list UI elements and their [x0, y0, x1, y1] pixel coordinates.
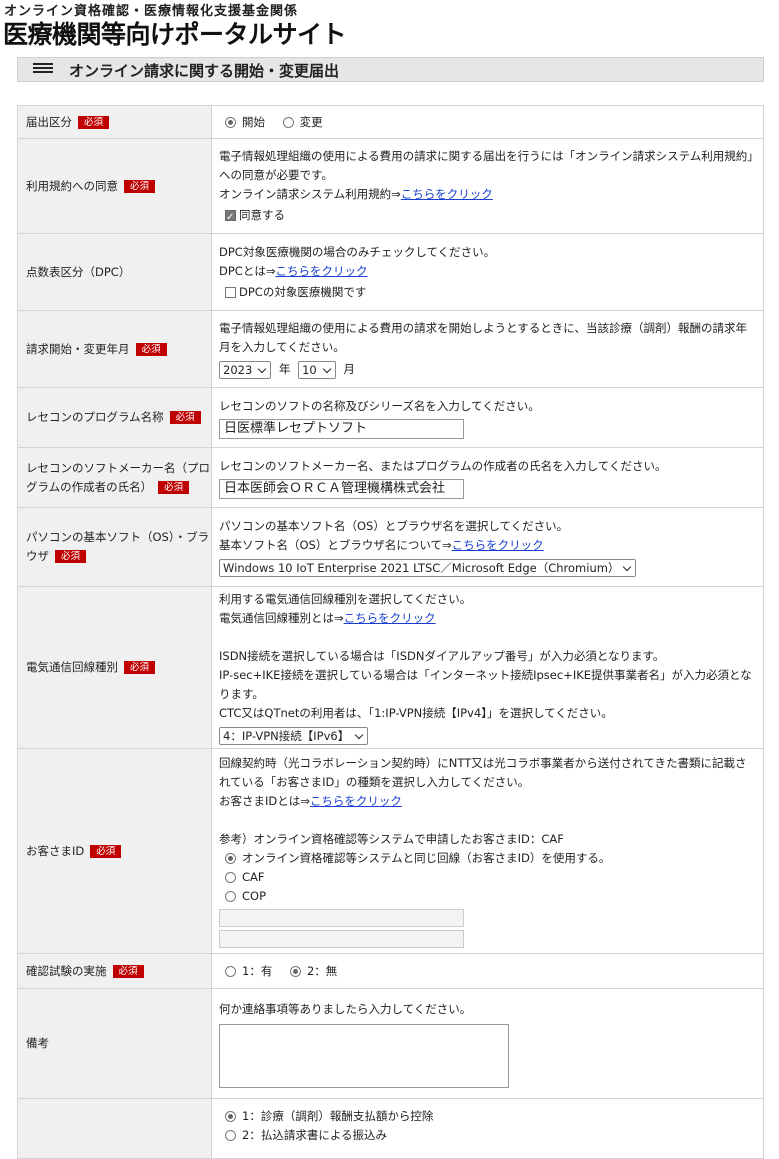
dpc-description: DPC対象医療機関の場合のみチェックしてください。	[219, 244, 496, 259]
remarks-label: 備考	[26, 1036, 49, 1050]
row-payment: 1：診療（調剤）報酬支払額から控除 2：払込請求書による振込み	[17, 1098, 764, 1159]
radio-button[interactable]	[289, 965, 301, 977]
program-description: レセコンのソフトの名称及びシリーズ名を入力してください。	[219, 398, 540, 413]
remarks-textarea[interactable]	[219, 1023, 509, 1088]
terms-link[interactable]: こちらをクリック	[401, 187, 493, 201]
customer-id-input-disabled	[219, 909, 464, 927]
radio-test-no[interactable]: 2：無	[289, 964, 337, 978]
menu-list-icon	[33, 63, 53, 76]
radio-button[interactable]	[225, 1130, 236, 1141]
section-title: オンライン請求に関する開始・変更届出	[69, 62, 340, 80]
section-heading: オンライン請求に関する開始・変更届出	[17, 57, 764, 82]
os-label: パソコンの基本ソフト（OS）・ブラウザ	[26, 530, 210, 563]
row-line: 電気通信回線種別 必須 利用する電気通信回線種別を選択してください。 電気通信回線…	[17, 586, 764, 749]
radio-button[interactable]	[225, 965, 236, 977]
row-remarks: 備考 何か連絡事項等ありましたら入力してください。	[17, 988, 764, 1099]
radio-notify-change[interactable]: 変更	[282, 115, 323, 129]
site-header: オンライン資格確認・医療情報化支援基金関係 医療機関等向けポータルサイト	[0, 0, 779, 52]
radio-payment-transfer[interactable]: 2：払込請求書による振込み	[225, 1126, 757, 1145]
line-note-isdn: ISDN接続を選択している場合は「ISDNダイアルアップ番号」が入力必須となりま…	[219, 649, 665, 663]
agree-checkbox[interactable]: 同意する	[225, 206, 757, 227]
dpc-link[interactable]: こちらをクリック	[275, 264, 367, 278]
radio-caf[interactable]: CAF	[225, 868, 757, 887]
radio-button[interactable]	[282, 116, 294, 128]
test-label: 確認試験の実施	[26, 963, 107, 978]
customer-id-label: お客さまID	[26, 843, 85, 858]
required-badge: 必須	[124, 179, 156, 193]
dpc-label: 点数表区分（DPC）	[26, 264, 131, 279]
start-month-description: 電子情報処理組織の使用による費用の請求を開始しようとするときに、当該診療（調剤）…	[219, 321, 747, 354]
terms-description: 電子情報処理組織の使用による費用の請求に関する届出を行うには「オンライン請求シス…	[219, 149, 754, 182]
required-badge: 必須	[169, 411, 201, 424]
required-badge: 必須	[78, 115, 110, 129]
customer-id-input-disabled-2	[219, 930, 464, 948]
radio-notify-start[interactable]: 開始	[225, 115, 265, 129]
radio-button[interactable]	[225, 853, 236, 864]
row-notify-type: 届出区分 必須 開始 変更	[17, 105, 764, 139]
row-terms: 利用規約への同意 必須 電子情報処理組織の使用による費用の請求に関する届出を行うに…	[17, 138, 764, 234]
maker-name-input[interactable]: 日本医師会ＯＲＣＡ管理機構株式会社	[219, 478, 464, 499]
radio-button[interactable]	[225, 116, 236, 128]
radio-same-line[interactable]: オンライン資格確認等システムと同じ回線（お客さまID）を使用する。	[225, 849, 757, 868]
line-link[interactable]: こちらをクリック	[344, 611, 436, 625]
row-maker: レセコンのソフトメーカー名（プログラムの作成者の氏名） 必須 レセコンのソフトメー…	[17, 447, 764, 508]
maker-description: レセコンのソフトメーカー名、またはプログラムの作成者の氏名を入力してください。	[219, 458, 667, 473]
line-note-ctc: CTC又はQTnetの利用者は、「1:IP-VPN接続【IPv4】」を選択してく…	[219, 706, 613, 720]
required-badge: 必須	[55, 550, 87, 563]
radio-payment-deduct[interactable]: 1：診療（調剤）報酬支払額から控除	[225, 1107, 757, 1126]
site-title: 医療機関等向けポータルサイト	[3, 20, 347, 49]
customer-id-reference: 参考）オンライン資格確認等システムで申請したお客さまID：CAF	[219, 832, 564, 846]
customer-id-link[interactable]: こちらをクリック	[310, 794, 402, 808]
os-browser-select[interactable]: Windows 10 IoT Enterprise 2021 LTSC／Micr…	[219, 558, 636, 577]
customer-id-description: 回線契約時（光コラボレーション契約時）にNTT又は光コラボ事業者から送付されてき…	[219, 756, 747, 789]
notify-type-label: 届出区分	[26, 114, 72, 129]
required-badge: 必須	[158, 480, 190, 494]
required-badge: 必須	[112, 964, 144, 978]
program-label: レセコンのプログラム名称	[26, 410, 164, 424]
row-dpc: 点数表区分（DPC） DPC対象医療機関の場合のみチェックしてください。 DPC…	[17, 233, 764, 311]
required-badge: 必須	[135, 342, 167, 356]
row-customer-id: お客さまID 必須 回線契約時（光コラボレーション契約時）にNTT又は光コラボ事業…	[17, 748, 764, 954]
row-os: パソコンの基本ソフト（OS）・ブラウザ 必須 パソコンの基本ソフト名（OS）とブラ…	[17, 507, 764, 587]
line-note-ipsec: IP-sec+IKE接続を選択している場合は「インターネット接続Ipsec+IK…	[219, 668, 752, 701]
line-description: 利用する電気通信回線種別を選択してください。	[219, 592, 472, 606]
remarks-description: 何か連絡事項等ありましたら入力してください。	[219, 1001, 472, 1016]
line-type-select[interactable]: 4：IP-VPN接続【IPv6】	[219, 726, 369, 745]
dpc-checkbox[interactable]: DPCの対象医療機関です	[225, 283, 757, 302]
checkbox[interactable]	[225, 208, 236, 227]
terms-label: 利用規約への同意	[26, 178, 118, 193]
application-form: 届出区分 必須 開始 変更 利用規約への同意 必須 電子情報処理組織の使用による費用…	[17, 105, 764, 1159]
radio-button[interactable]	[225, 891, 236, 902]
required-badge: 必須	[124, 661, 156, 674]
row-program: レセコンのプログラム名称 必須 レセコンのソフトの名称及びシリーズ名を入力してくだ…	[17, 387, 764, 448]
checkbox[interactable]	[225, 286, 236, 298]
required-badge: 必須	[90, 844, 122, 858]
radio-cop[interactable]: COP	[225, 887, 757, 906]
month-select[interactable]: 10	[298, 360, 336, 379]
program-name-input[interactable]: 日医標準レセプトソフト	[219, 418, 464, 439]
radio-button[interactable]	[225, 1111, 236, 1122]
year-select[interactable]: 2023	[219, 360, 272, 379]
os-description: パソコンの基本ソフト名（OS）とブラウザ名を選択してください。	[219, 519, 569, 533]
radio-button[interactable]	[225, 872, 236, 883]
row-test: 確認試験の実施 必須 1：有 2：無	[17, 953, 764, 989]
line-label: 電気通信回線種別	[26, 660, 118, 674]
row-start-month: 請求開始・変更年月 必須 電子情報処理組織の使用による費用の請求を開始しようとする…	[17, 310, 764, 388]
start-month-label: 請求開始・変更年月	[26, 341, 130, 356]
os-link[interactable]: こちらをクリック	[452, 538, 544, 552]
radio-test-yes[interactable]: 1：有	[225, 964, 272, 978]
